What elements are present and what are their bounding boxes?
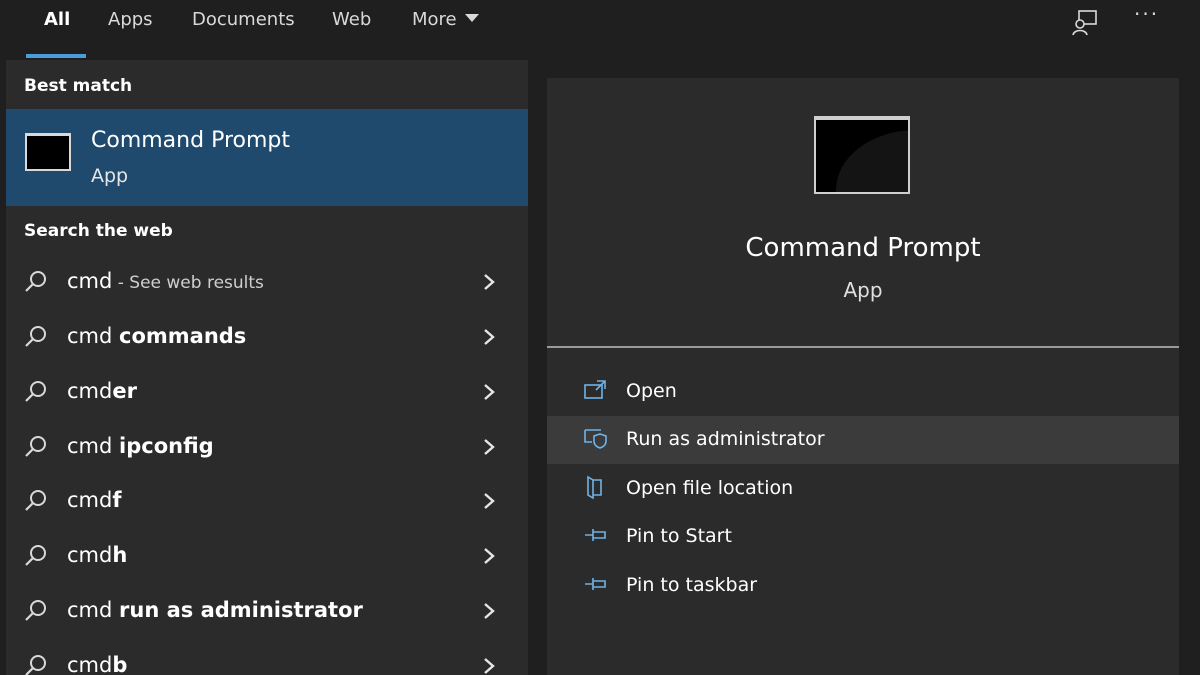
tab-more-label: More <box>412 9 457 30</box>
web-result-suggestion: er <box>112 379 137 403</box>
web-result-row[interactable]: cmd run as administrator <box>6 585 528 639</box>
web-result-suggestion: run as administrator <box>119 598 363 622</box>
action-run-as-administrator-label: Run as administrator <box>626 428 825 450</box>
search-icon <box>25 655 46 675</box>
details-title: Command Prompt <box>745 233 981 263</box>
web-result-hint: - See web results <box>112 273 264 293</box>
best-match-subtitle: App <box>91 165 129 187</box>
results-panel: Best match Command Prompt App Search the… <box>6 60 528 675</box>
search-icon <box>25 545 46 566</box>
web-result-row[interactable]: cmdb <box>6 640 528 675</box>
web-result-suggestion: f <box>112 488 122 512</box>
run-as-admin-icon <box>584 429 607 449</box>
web-result-text: cmd run as administrator <box>67 598 363 622</box>
caret-down-icon <box>464 14 479 22</box>
pin-icon <box>585 578 606 590</box>
open-icon <box>584 380 606 399</box>
web-result-query: cmd <box>67 598 120 622</box>
web-result-query: cmd <box>67 488 113 512</box>
web-result-row[interactable]: cmder <box>6 366 528 420</box>
web-result-row[interactable]: cmd - See web results <box>6 256 528 310</box>
pin-icon <box>585 529 606 541</box>
tab-more[interactable]: More <box>412 0 479 60</box>
action-open-file-location-label: Open file location <box>626 477 794 499</box>
chevron-right-icon[interactable] <box>480 490 498 512</box>
web-result-query: cmd <box>67 269 113 293</box>
web-result-row[interactable]: cmdh <box>6 530 528 584</box>
web-result-suggestion: commands <box>119 324 247 348</box>
web-result-text: cmdb <box>67 653 127 675</box>
details-panel: Command Prompt App Open Run as administr… <box>547 78 1179 675</box>
search-icon <box>25 490 46 511</box>
web-result-row[interactable]: cmd ipconfig <box>6 421 528 475</box>
action-open-file-location[interactable]: Open file location <box>547 465 1179 513</box>
chevron-right-icon[interactable] <box>480 545 498 567</box>
chevron-right-icon[interactable] <box>480 655 498 675</box>
best-match-item[interactable]: Command Prompt App <box>6 109 528 206</box>
web-result-query: cmd <box>67 543 113 567</box>
web-result-row[interactable]: cmdf <box>6 475 528 529</box>
file-location-icon <box>587 475 602 499</box>
command-prompt-icon <box>25 133 71 171</box>
search-web-heading: Search the web <box>24 221 173 241</box>
search-icon <box>25 326 46 347</box>
web-result-text: cmdf <box>67 488 121 512</box>
tab-web[interactable]: Web <box>332 0 371 60</box>
search-icon <box>25 271 46 292</box>
action-pin-to-taskbar-label: Pin to taskbar <box>626 574 758 596</box>
chevron-right-icon[interactable] <box>480 326 498 348</box>
search-tab-bar: All Apps Documents Web More ··· <box>0 0 1200 60</box>
best-match-heading: Best match <box>24 76 133 96</box>
web-result-text: cmd ipconfig <box>67 434 214 458</box>
active-tab-indicator <box>26 54 86 58</box>
tab-documents[interactable]: Documents <box>192 0 295 60</box>
chevron-right-icon[interactable] <box>480 600 498 622</box>
divider <box>547 346 1179 348</box>
search-icon <box>25 600 46 621</box>
action-open-label: Open <box>626 380 677 402</box>
web-result-query: cmd <box>67 653 113 675</box>
chevron-right-icon[interactable] <box>480 436 498 458</box>
web-result-text: cmd commands <box>67 324 246 348</box>
search-icon <box>25 436 46 457</box>
tab-apps[interactable]: Apps <box>108 0 153 60</box>
web-result-query: cmd <box>67 324 120 348</box>
action-run-as-administrator[interactable]: Run as administrator <box>547 416 1179 464</box>
web-result-text: cmdh <box>67 543 127 567</box>
details-subtitle: App <box>843 278 883 302</box>
chevron-right-icon[interactable] <box>480 271 498 293</box>
command-prompt-large-icon <box>814 116 910 194</box>
best-match-title: Command Prompt <box>91 128 290 153</box>
web-result-suggestion: h <box>112 543 128 567</box>
more-options-icon[interactable]: ··· <box>1134 2 1159 26</box>
web-result-row[interactable]: cmd commands <box>6 311 528 365</box>
web-result-suggestion: ipconfig <box>119 434 214 458</box>
search-icon <box>25 381 46 402</box>
feedback-icon[interactable] <box>1070 8 1100 38</box>
web-result-suggestion: b <box>112 653 128 675</box>
web-result-query: cmd <box>67 434 120 458</box>
web-result-text: cmd - See web results <box>67 269 264 293</box>
tab-all[interactable]: All <box>44 0 70 60</box>
action-open[interactable]: Open <box>547 368 1179 416</box>
web-result-text: cmder <box>67 379 137 403</box>
action-pin-to-start-label: Pin to Start <box>626 525 732 547</box>
web-result-query: cmd <box>67 379 113 403</box>
chevron-right-icon[interactable] <box>480 381 498 403</box>
action-pin-to-taskbar[interactable]: Pin to taskbar <box>547 562 1179 610</box>
action-pin-to-start[interactable]: Pin to Start <box>547 513 1179 561</box>
